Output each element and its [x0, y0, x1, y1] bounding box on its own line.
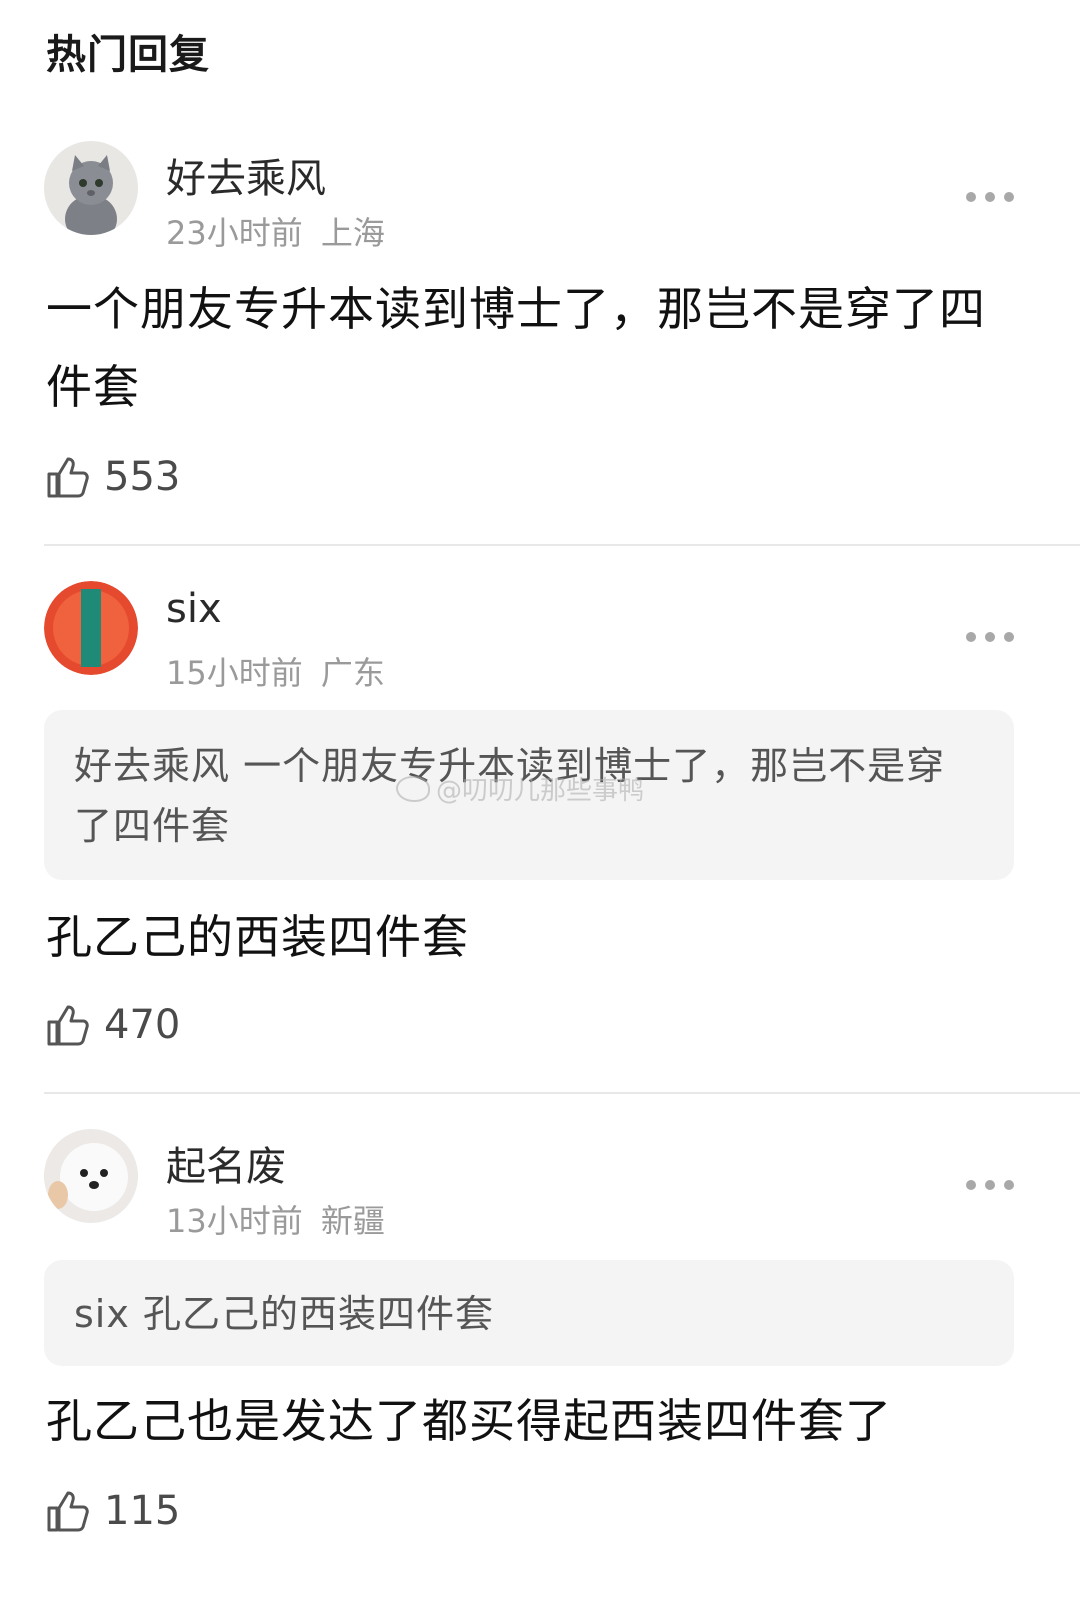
thumbs-up-icon [47, 1491, 89, 1532]
like-button[interactable]: 115 [46, 1486, 180, 1536]
more-options-button[interactable] [966, 1179, 1014, 1191]
watermark-text: @叨叨儿那些事鸭 [436, 776, 645, 806]
weibo-logo-icon [396, 775, 430, 802]
avatar[interactable] [44, 1129, 138, 1223]
comment-location: 上海 [320, 214, 385, 252]
quote-content: 孔乙己的西装四件套 [142, 1292, 494, 1336]
like-count: 470 [104, 1002, 181, 1048]
comment-meta: 15小时前 广东 [166, 648, 385, 694]
thumbs-up-icon [47, 457, 89, 498]
quoted-reply[interactable]: six 孔乙己的西装四件套 [44, 1260, 1014, 1366]
like-button[interactable]: 553 [46, 452, 180, 502]
comment-text: 孔乙己的西装四件套 [46, 910, 469, 964]
watermark: @叨叨儿那些事鸭 [396, 770, 644, 807]
dog-avatar-icon [44, 1129, 138, 1223]
divider [44, 1092, 1080, 1094]
more-options-button[interactable] [966, 631, 1014, 643]
quote-author: 好去乘风 [74, 744, 231, 788]
username[interactable]: six [166, 586, 222, 632]
comment-time: 15小时前 [166, 654, 303, 692]
like-count: 115 [104, 1488, 181, 1534]
avatar[interactable] [44, 141, 138, 235]
avatar[interactable] [44, 581, 138, 675]
quote-author: six [74, 1292, 130, 1336]
badge-avatar-icon [44, 581, 138, 675]
username[interactable]: 起名废 [166, 1134, 286, 1192]
comment-text: 一个朋友专升本读到博士了，那岂不是穿了四件套 [46, 282, 986, 414]
divider [44, 544, 1080, 546]
comment-meta: 13小时前 新疆 [166, 1196, 385, 1242]
thumbs-up-icon [47, 1005, 89, 1046]
username[interactable]: 好去乘风 [166, 146, 326, 204]
quote-text: six 孔乙己的西装四件套 [74, 1284, 974, 1344]
section-title: 热门回复 [46, 32, 210, 78]
like-button[interactable]: 470 [46, 1000, 180, 1050]
comment-time: 23小时前 [166, 214, 303, 252]
cat-avatar-icon [44, 141, 138, 235]
like-count: 553 [104, 454, 181, 500]
comment-location: 广东 [320, 654, 385, 692]
comment-location: 新疆 [320, 1202, 385, 1240]
comment-text: 孔乙己也是发达了都买得起西装四件套了 [46, 1394, 892, 1448]
more-options-button[interactable] [966, 191, 1014, 203]
comment-time: 13小时前 [166, 1202, 303, 1240]
comment-meta: 23小时前 上海 [166, 208, 385, 254]
